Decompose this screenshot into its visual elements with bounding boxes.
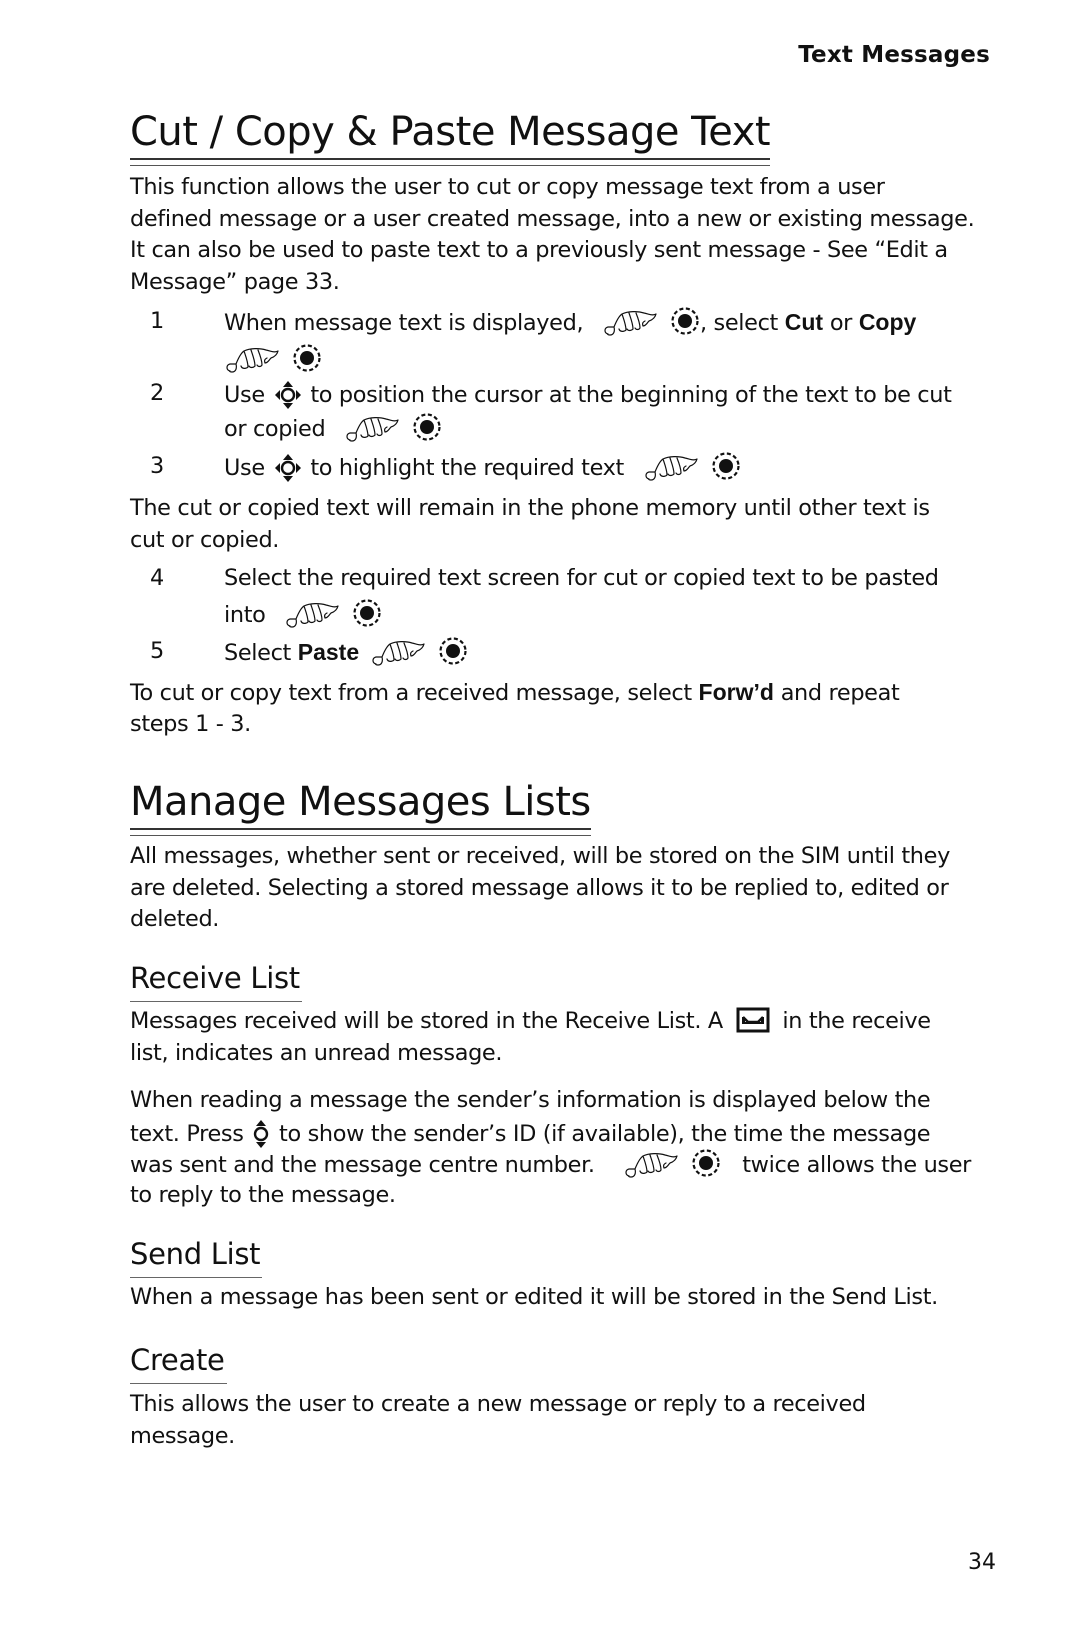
section1-outro: To cut or copy text from a received mess… [130,677,900,740]
select-key-icon [711,451,741,481]
text-line: list, indicates an unread message. [130,1039,503,1066]
step-text: Select the required text screen for cut … [224,565,939,591]
step-text: When message text is displayed, , select… [224,306,916,340]
title-underline [130,158,771,166]
text-part: twice allows the user [735,1152,972,1178]
step-text: into [224,598,382,632]
section-title-cut-copy-paste: Cut / Copy & Paste Message Text [130,109,771,166]
subsection-title-send-list: Send List [130,1237,263,1278]
text-line: to reply to the message. [130,1181,396,1208]
text-line: To cut or copy text from a received mess… [130,677,900,709]
up-down-navigation-key-icon [252,1117,270,1151]
step-text-part: Use [224,455,272,481]
text-part: text. Press [130,1120,251,1147]
text-part: To cut or copy text from a received mess… [130,680,699,706]
page-number: 34 [968,1550,996,1575]
menu-key-hand-icon [602,308,660,338]
subsection-title-text: Send List [130,1237,261,1271]
subsection-title-text: Receive List [130,961,300,995]
four-way-navigation-key-icon [274,451,302,485]
step-text-part: , select [700,310,785,336]
step-number: 5 [150,638,164,664]
text-line: defined message or a user created messag… [130,205,975,232]
send-list-paragraph: When a message has been sent or edited i… [130,1282,938,1314]
subsection-title-create: Create [130,1343,227,1384]
menu-key-hand-icon [344,414,402,444]
step-text-part: or [823,310,859,336]
unread-envelope-icon [736,1007,770,1033]
menu-key-hand-icon [224,345,282,375]
text-line: All messages, whether sent or received, … [130,843,950,869]
text-line: Message” page 33. [130,268,340,295]
text-part: Messages received will be stored in the … [130,1008,730,1034]
step-text-part: Select [224,640,298,666]
subsection-title-receive-list: Receive List [130,961,302,1002]
section2-intro: All messages, whether sent or received, … [130,841,950,936]
running-head: Text Messages [798,42,990,68]
menu-key-hand-icon [284,600,342,630]
text-line: When reading a message the sender’s info… [130,1087,931,1113]
select-key-icon [412,412,442,442]
select-key-icon [670,306,700,336]
step-number: 1 [150,308,164,334]
step-number: 4 [150,565,164,591]
text-line: message. [130,1422,235,1449]
menu-key-hand-icon [643,453,701,483]
receive-list-paragraph-1: Messages received will be stored in the … [130,1006,931,1069]
text-line: This function allows the user to cut or … [130,174,885,200]
text-line: deleted. [130,906,220,932]
select-key-icon [438,636,468,666]
text-line: It can also be used to paste text to a p… [130,237,948,263]
step-text-part: When message text is displayed, [224,310,590,336]
text-line: are deleted. Selecting a stored message … [130,874,949,901]
subtitle-underline [130,1277,263,1278]
text-part: to show the sender’s ID (if available), … [272,1120,931,1147]
section-title-manage-messages-lists: Manage Messages Lists [130,779,591,836]
text-part: was sent and the message centre number. [130,1152,602,1178]
four-way-navigation-key-icon [274,378,302,412]
text-line: This allows the user to create a new mes… [130,1391,866,1417]
step-text-part: into [224,602,273,628]
manual-page: Text Messages Cut / Copy & Paste Message… [0,0,1080,1632]
step-icons [224,343,322,377]
section-title-text: Manage Messages Lists [130,779,591,825]
step-text-part: or copied [224,416,333,442]
receive-list-paragraph-2: When reading a message the sender’s info… [130,1085,971,1211]
subtitle-underline [130,1383,227,1384]
text-part: and repeat [773,680,900,706]
text-line: text. Press to show the sender’s ID (if … [130,1117,971,1149]
text-line: steps 1 - 3. [130,710,251,737]
text-part: in the receive [775,1008,931,1034]
step-text-part: to position the cursor at the beginning … [303,382,952,408]
text-line: cut or copied. [130,526,280,553]
step-text-part: to highlight the required text [303,455,631,481]
section1-note: The cut or copied text will remain in th… [130,493,930,556]
step-text-part: Use [224,382,272,408]
step-text: or copied [224,412,442,446]
step-number: 3 [150,453,164,479]
softkey-label-cut: Cut [784,309,824,335]
menu-key-hand-icon [623,1150,681,1180]
text-line: was sent and the message centre number. … [130,1148,971,1180]
create-paragraph: This allows the user to create a new mes… [130,1389,866,1452]
step-text: Select Paste [224,636,468,670]
select-key-icon [691,1148,721,1178]
select-key-icon [292,343,322,373]
menu-key-hand-icon [370,638,428,668]
text-line: When a message has been sent or edited i… [130,1284,938,1310]
select-key-icon [352,598,382,628]
subsection-title-text: Create [130,1343,225,1377]
section-title-text: Cut / Copy & Paste Message Text [130,109,771,155]
softkey-label-copy: Copy [858,309,917,335]
step-text: Use to position the cursor at the beginn… [224,378,952,412]
step-text: Use to highlight the required text [224,451,741,485]
text-line: Messages received will be stored in the … [130,1006,931,1038]
section1-intro: This function allows the user to cut or … [130,172,975,298]
softkey-label-paste: Paste [297,639,366,665]
softkey-label-forward: Forw’d [698,679,774,705]
step-number: 2 [150,380,164,406]
text-line: The cut or copied text will remain in th… [130,495,930,521]
subtitle-underline [130,1001,302,1002]
title-underline [130,828,591,836]
